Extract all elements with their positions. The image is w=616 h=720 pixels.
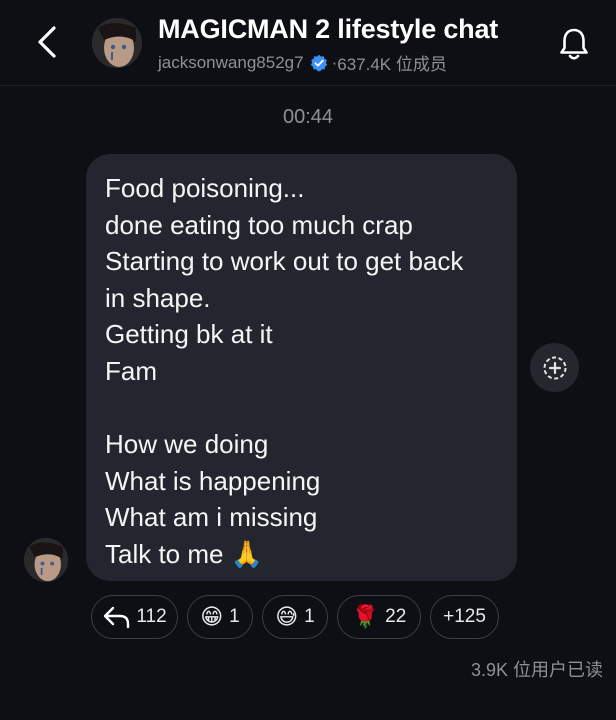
bell-icon xyxy=(560,28,588,60)
more-reactions-chip[interactable]: +125 xyxy=(430,595,499,639)
reaction-chip-sweat-smile[interactable]: 😅 1 xyxy=(262,595,328,639)
sender-avatar[interactable] xyxy=(24,538,68,582)
message-line: What am i missing xyxy=(105,502,318,533)
chat-title: MAGICMAN 2 lifestyle chat xyxy=(158,14,499,44)
reaction-bar: 112 😁 1 😅 1 🌹 22 +125 xyxy=(91,595,499,639)
back-button[interactable] xyxy=(30,22,66,62)
message-line: done eating too much crap xyxy=(105,209,413,240)
message-line: Talk to me 🙏 xyxy=(105,538,264,569)
grin-emoji-icon: 😁 xyxy=(200,604,224,629)
notifications-button[interactable] xyxy=(552,22,596,66)
seen-by-count: 3.9K 位用户已读 xyxy=(470,660,603,680)
rose-emoji-icon: 🌹 xyxy=(351,604,380,629)
add-reaction-icon xyxy=(543,356,566,379)
chat-header: MAGICMAN 2 lifestyle chat jacksonwang852… xyxy=(0,0,616,86)
reaction-chip-rose[interactable]: 🌹 22 xyxy=(337,595,421,639)
more-reactions-count: +125 xyxy=(443,606,486,627)
reaction-count: 1 xyxy=(229,606,240,627)
message-line: Fam xyxy=(105,355,157,386)
reply-count: 112 xyxy=(136,606,167,627)
message-line: Food poisoning... xyxy=(105,173,305,203)
verified-badge-icon xyxy=(310,54,327,71)
chat-title-block[interactable]: MAGICMAN 2 lifestyle chat jacksonwang852… xyxy=(158,14,538,75)
message-line: in shape. xyxy=(105,282,211,313)
reply-arrow-icon xyxy=(104,606,130,629)
message-timestamp: 00:44 xyxy=(282,106,334,128)
chat-subtitle: jacksonwang852g7 · 637.4K 位成员 xyxy=(158,50,538,75)
reaction-count: 22 xyxy=(385,606,407,627)
chat-avatar[interactable] xyxy=(92,18,142,68)
sweat-smile-emoji-icon: 😅 xyxy=(275,604,299,629)
message-line: Starting to work out to get back xyxy=(105,246,464,277)
add-reaction-button[interactable] xyxy=(530,343,579,392)
member-count: 637.4K 位成员 xyxy=(337,55,447,74)
reaction-count: 1 xyxy=(304,606,315,627)
reaction-chip-grin[interactable]: 😁 1 xyxy=(187,595,253,639)
message-line: What is happening xyxy=(105,465,321,496)
chevron-left-icon xyxy=(38,26,56,58)
message-line: How we doing xyxy=(105,429,269,460)
reply-count-chip[interactable]: 112 xyxy=(91,595,178,639)
owner-username: jacksonwang852g7 xyxy=(158,52,304,72)
message-bubble[interactable]: Food poisoning... done eating too much c… xyxy=(86,154,517,581)
message-line: Getting bk at it xyxy=(105,319,273,350)
